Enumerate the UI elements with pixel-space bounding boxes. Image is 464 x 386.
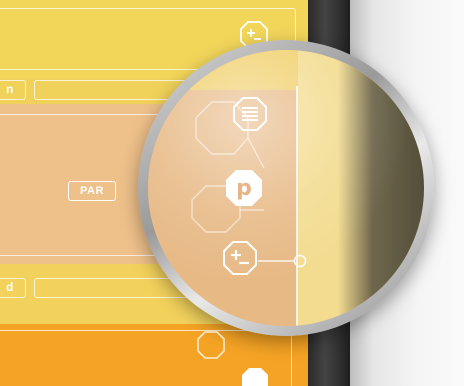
parameter-glyph: p: [236, 175, 252, 201]
stack-button[interactable]: [232, 96, 268, 132]
plus-minus-icon: [223, 241, 257, 275]
connector-node-icon: [258, 254, 307, 268]
stack-icon: [233, 97, 267, 131]
lower-hex-button[interactable]: [196, 330, 226, 360]
connector-node[interactable]: [258, 254, 308, 268]
slot-label-upper: n: [6, 82, 14, 96]
hexagon-icon: [242, 368, 268, 386]
parameter-button[interactable]: p: [224, 168, 264, 208]
magnifier-lens: p: [148, 50, 424, 326]
slot-label-lower: d: [6, 280, 14, 294]
par-tag[interactable]: PAR: [68, 181, 116, 201]
magnified-hex-grid: [191, 101, 265, 233]
screen: n PAR d p: [0, 0, 464, 386]
bottom-hex-button[interactable]: [240, 366, 270, 386]
plus-minus-button[interactable]: [222, 240, 258, 276]
hexagon-icon: [197, 331, 225, 359]
